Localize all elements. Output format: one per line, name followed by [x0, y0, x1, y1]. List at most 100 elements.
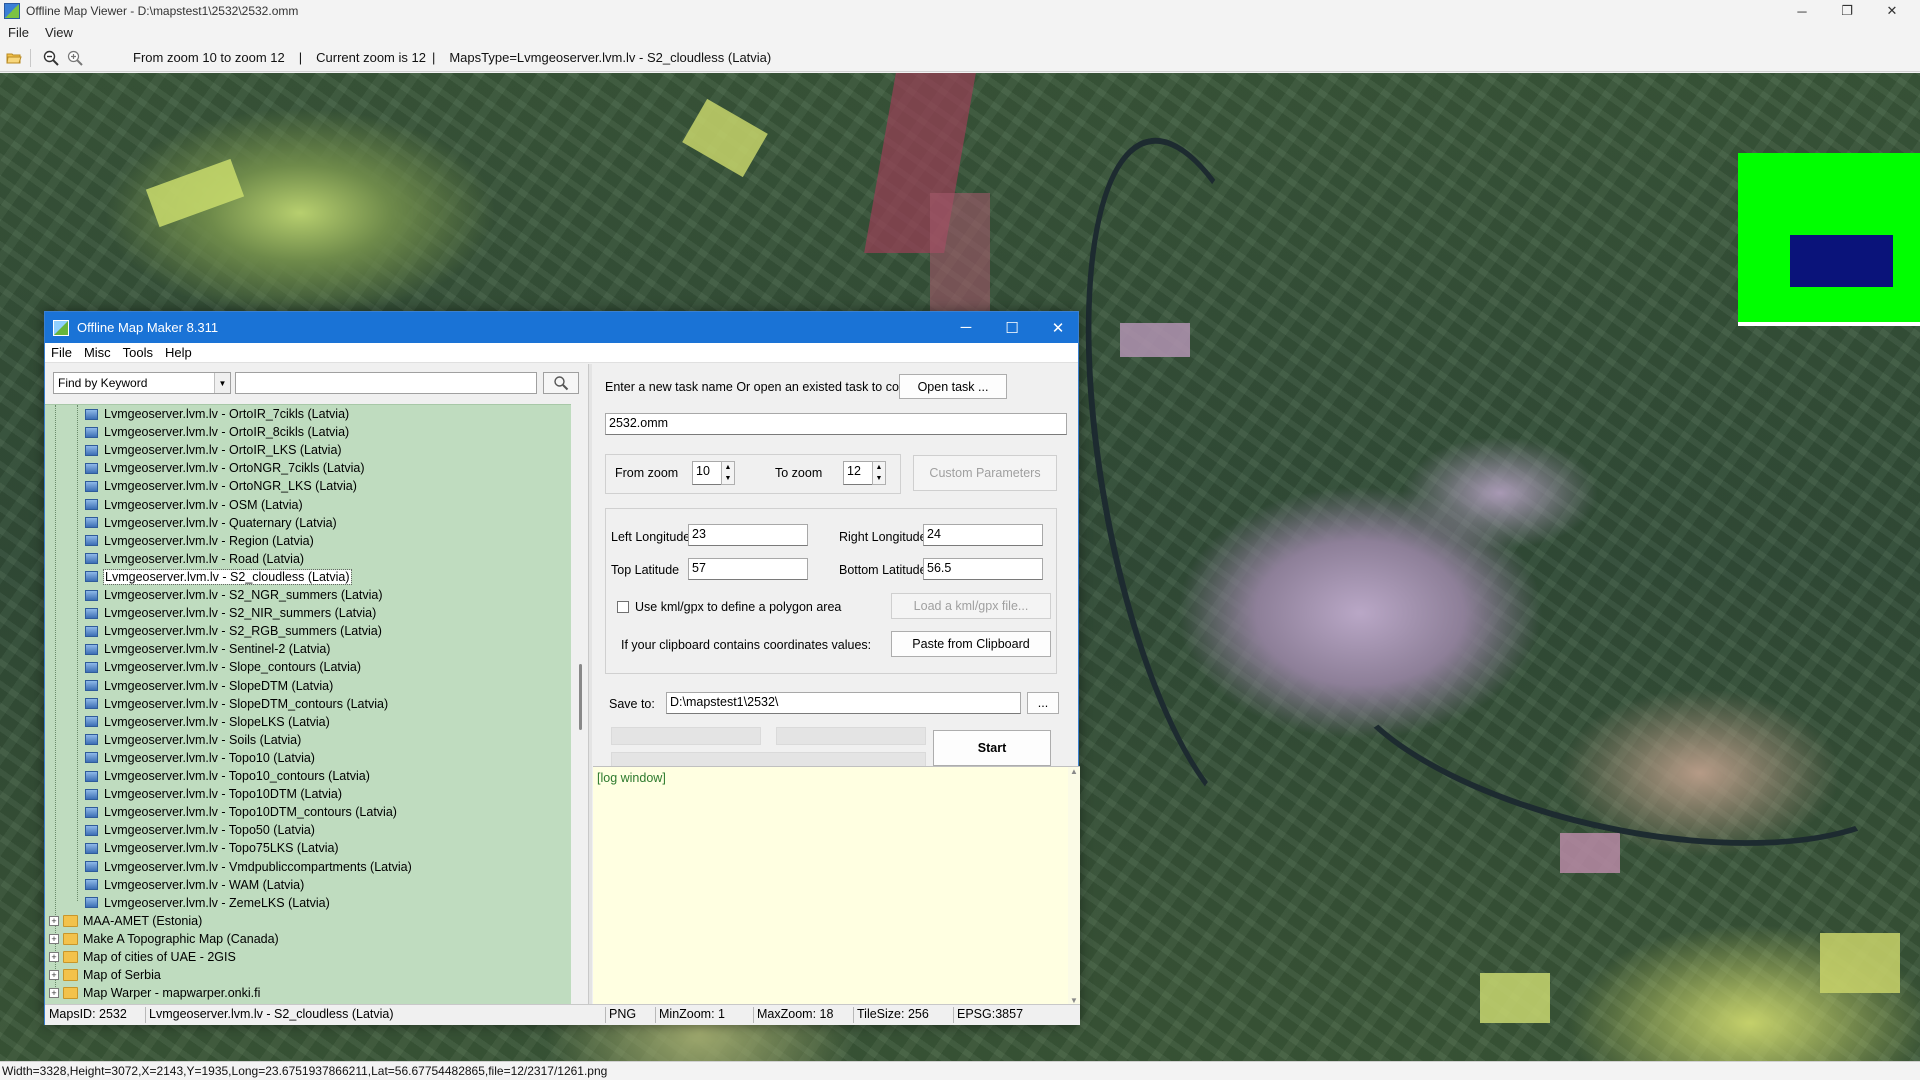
tree-scrollbar-thumb[interactable] [579, 664, 582, 730]
map-source-tree[interactable]: Lvmgeoserver.lvm.lv - OrtoIR_7cikls (Lat… [45, 404, 571, 1004]
tree-item-map-source[interactable]: Lvmgeoserver.lvm.lv - OSM (Latvia) [85, 496, 303, 514]
stepper-up-icon[interactable]: ▲ [876, 464, 883, 471]
tree-item-map-source[interactable]: Lvmgeoserver.lvm.lv - SlopeDTM (Latvia) [85, 677, 333, 695]
custom-parameters-button[interactable]: Custom Parameters [913, 455, 1057, 491]
browse-folder-button[interactable]: ... [1027, 692, 1059, 714]
folder-icon [63, 987, 78, 1000]
tree-item-map-source[interactable]: Lvmgeoserver.lvm.lv - SlopeDTM_contours … [85, 695, 388, 713]
from-zoom-input[interactable]: 10 [692, 461, 722, 485]
tree-item-map-source[interactable]: Lvmgeoserver.lvm.lv - WAM (Latvia) [85, 876, 304, 894]
tree-item-map-source[interactable]: Lvmgeoserver.lvm.lv - ZemeLKS (Latvia) [85, 894, 330, 912]
stepper-up-icon[interactable]: ▲ [725, 464, 732, 471]
tree-item-map-source[interactable]: Lvmgeoserver.lvm.lv - Topo50 (Latvia) [85, 821, 315, 839]
search-mode-select[interactable]: Find by Keyword ▼ [53, 372, 231, 394]
tree-item-map-source[interactable]: Lvmgeoserver.lvm.lv - Topo10_contours (L… [85, 767, 370, 785]
zoom-in-icon[interactable] [65, 48, 85, 68]
to-zoom-stepper[interactable]: ▲ ▼ [872, 461, 886, 485]
tree-item-map-source[interactable]: Lvmgeoserver.lvm.lv - Quaternary (Latvia… [85, 514, 337, 532]
tree-item-map-source[interactable]: Lvmgeoserver.lvm.lv - OrtoIR_7cikls (Lat… [85, 405, 349, 423]
tree-item-label: Lvmgeoserver.lvm.lv - OrtoIR_LKS (Latvia… [104, 443, 342, 458]
tree-item-map-source[interactable]: Lvmgeoserver.lvm.lv - S2_cloudless (Latv… [85, 568, 352, 586]
right-longitude-input[interactable]: 24 [923, 524, 1043, 546]
tree-item-map-source[interactable]: Lvmgeoserver.lvm.lv - Topo10DTM_contours… [85, 803, 397, 821]
tree-scrollbar[interactable] [575, 404, 587, 1004]
tree-item-map-source[interactable]: Lvmgeoserver.lvm.lv - OrtoNGR_7cikls (La… [85, 459, 364, 477]
dialog-close-button[interactable]: ✕ [1035, 312, 1081, 343]
tree-item-map-source[interactable]: Lvmgeoserver.lvm.lv - OrtoIR_LKS (Latvia… [85, 441, 342, 459]
map-layer-icon [85, 752, 98, 764]
tree-item-map-source[interactable]: Lvmgeoserver.lvm.lv - S2_NIR_summers (La… [85, 604, 376, 622]
map-layer-icon [85, 770, 98, 782]
top-latitude-label: Top Latitude [611, 563, 680, 577]
tree-item-map-source[interactable]: Lvmgeoserver.lvm.lv - OrtoNGR_LKS (Latvi… [85, 477, 357, 495]
top-latitude-input[interactable]: 57 [688, 558, 808, 580]
expand-icon[interactable]: + [49, 988, 59, 999]
log-window[interactable]: [log window] ▲ ▼ [593, 766, 1080, 1005]
load-kml-button[interactable]: Load a kml/gpx file... [891, 593, 1051, 619]
tree-item-map-source[interactable]: Lvmgeoserver.lvm.lv - S2_RGB_summers (La… [85, 622, 382, 640]
tree-folder-label: Map of Serbia [83, 968, 161, 983]
stepper-down-icon[interactable]: ▼ [725, 475, 732, 482]
open-task-button[interactable]: Open task ... [899, 374, 1007, 399]
minimize-button[interactable]: ─ [1780, 0, 1824, 22]
map-layer-icon [85, 571, 98, 583]
tree-item-map-source[interactable]: Lvmgeoserver.lvm.lv - Slope_contours (La… [85, 658, 361, 676]
save-path-input[interactable]: D:\mapstest1\2532\ [666, 692, 1021, 714]
tree-item-map-source[interactable]: Lvmgeoserver.lvm.lv - S2_NGR_summers (La… [85, 586, 383, 604]
tree-item-map-source[interactable]: Lvmgeoserver.lvm.lv - Vmdpubliccompartme… [85, 858, 412, 876]
to-zoom-input[interactable]: 12 [843, 461, 873, 485]
dialog-menu-misc[interactable]: Misc [78, 345, 117, 360]
dialog-menu-tools[interactable]: Tools [117, 345, 159, 360]
bottom-latitude-input[interactable]: 56.5 [923, 558, 1043, 580]
log-scrollbar[interactable]: ▲ ▼ [1068, 767, 1080, 1005]
menu-file[interactable]: File [0, 25, 37, 40]
expand-icon[interactable]: + [49, 933, 59, 944]
dialog-menu-help[interactable]: Help [159, 345, 198, 360]
expand-icon[interactable]: + [49, 970, 59, 981]
kml-polygon-checkbox[interactable] [617, 601, 629, 613]
tree-item-folder[interactable]: + Map of cities of UAE - 2GIS [49, 948, 236, 966]
dialog-maximize-button[interactable]: ☐ [989, 312, 1035, 343]
minimap-viewport[interactable] [1790, 235, 1893, 287]
dialog-minimize-button[interactable]: ─ [943, 312, 989, 343]
tree-item-folder[interactable]: + Make A Topographic Map (Canada) [49, 930, 279, 948]
maximize-button[interactable]: ❐ [1825, 0, 1869, 22]
tree-item-map-source[interactable]: Lvmgeoserver.lvm.lv - Region (Latvia) [85, 532, 314, 550]
status-map-name: Lvmgeoserver.lvm.lv - S2_cloudless (Latv… [149, 1007, 394, 1021]
expand-icon[interactable]: + [49, 952, 59, 962]
start-button[interactable]: Start [933, 730, 1051, 766]
tree-item-label: Lvmgeoserver.lvm.lv - Vmdpubliccompartme… [104, 859, 412, 874]
task-name-input[interactable]: 2532.omm [605, 413, 1067, 435]
close-button[interactable]: ✕ [1870, 0, 1914, 22]
keyword-search-input[interactable] [235, 372, 537, 394]
expand-icon[interactable]: + [49, 915, 59, 926]
tree-item-map-source[interactable]: Lvmgeoserver.lvm.lv - Sentinel-2 (Latvia… [85, 640, 330, 658]
tree-item-map-source[interactable]: Lvmgeoserver.lvm.lv - Topo10DTM (Latvia) [85, 785, 342, 803]
search-button[interactable] [543, 372, 579, 394]
tree-item-folder[interactable]: + MAA-AMET (Estonia) [49, 912, 202, 930]
tree-item-map-source[interactable]: Lvmgeoserver.lvm.lv - SlopeLKS (Latvia) [85, 713, 330, 731]
pane-splitter[interactable] [588, 364, 592, 1004]
tree-item-map-source[interactable]: Lvmgeoserver.lvm.lv - Topo10 (Latvia) [85, 749, 315, 767]
tree-item-folder[interactable]: + Map Warper - mapwarper.onki.fi [49, 984, 260, 1002]
map-layer-icon [85, 462, 98, 474]
tree-item-map-source[interactable]: Lvmgeoserver.lvm.lv - Road (Latvia) [85, 550, 304, 568]
menu-view[interactable]: View [37, 25, 81, 40]
from-zoom-stepper[interactable]: ▲ ▼ [721, 461, 735, 485]
tree-item-map-source[interactable]: Lvmgeoserver.lvm.lv - Topo75LKS (Latvia) [85, 839, 339, 857]
tree-item-map-source[interactable]: Lvmgeoserver.lvm.lv - OrtoIR_8cikls (Lat… [85, 423, 349, 441]
zoom-out-icon[interactable] [41, 48, 61, 68]
left-longitude-input[interactable]: 23 [688, 524, 808, 546]
chevron-down-icon[interactable]: ▼ [214, 373, 230, 393]
tree-item-map-source[interactable]: Lvmgeoserver.lvm.lv - Soils (Latvia) [85, 731, 301, 749]
stepper-down-icon[interactable]: ▼ [876, 475, 883, 482]
tree-item-label: Lvmgeoserver.lvm.lv - Topo75LKS (Latvia) [104, 841, 339, 856]
dialog-menu-file[interactable]: File [45, 345, 78, 360]
folder-open-icon[interactable] [4, 48, 24, 68]
folder-icon [63, 969, 78, 982]
tree-item-folder[interactable]: + Map of Serbia [49, 966, 161, 984]
paste-from-clipboard-button[interactable]: Paste from Clipboard [891, 631, 1051, 657]
scroll-up-icon[interactable]: ▲ [1070, 767, 1078, 776]
overview-minimap[interactable] [1738, 153, 1920, 326]
tree-item-label: Lvmgeoserver.lvm.lv - S2_NIR_summers (La… [104, 606, 377, 621]
